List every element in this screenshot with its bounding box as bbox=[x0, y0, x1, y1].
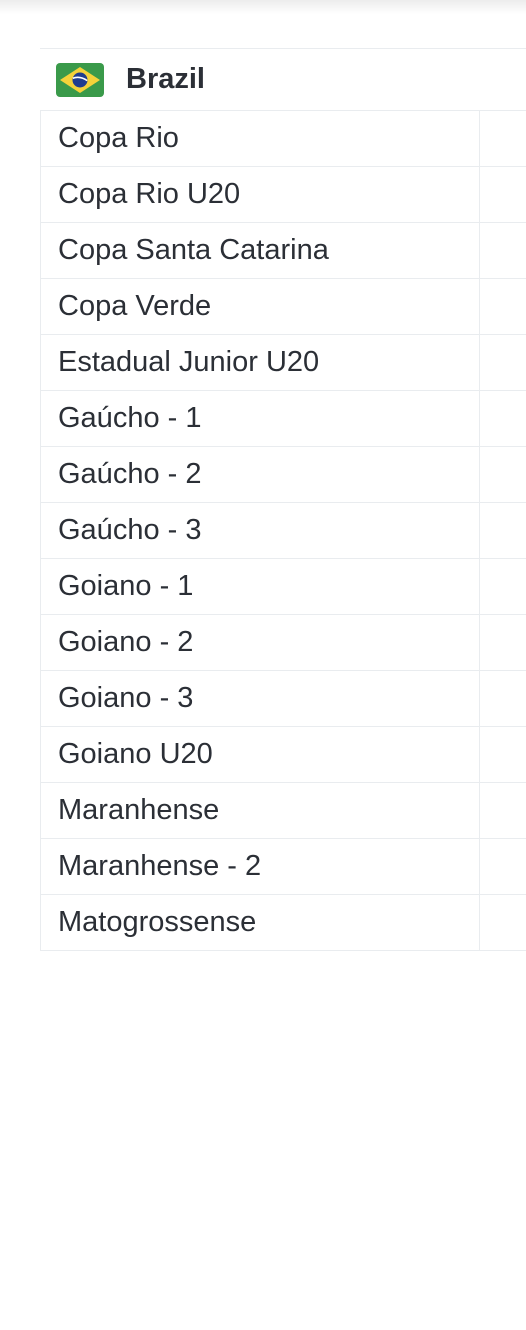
league-row[interactable]: Copa Santa Catarina bbox=[41, 223, 526, 279]
league-name: Goiano - 1 bbox=[58, 570, 194, 602]
league-name: Copa Verde bbox=[58, 290, 212, 322]
league-row[interactable]: Gaúcho - 2 bbox=[41, 447, 526, 503]
league-row[interactable]: Maranhense - 2 bbox=[41, 839, 526, 895]
league-name: Gaúcho - 3 bbox=[58, 514, 202, 546]
league-list: Copa Rio Copa Rio U20 Copa Santa Catarina C… bbox=[40, 111, 526, 951]
league-row[interactable]: Maranhense bbox=[41, 783, 526, 839]
league-name: Copa Rio U20 bbox=[58, 178, 241, 210]
league-row[interactable]: Goiano U20 bbox=[41, 727, 526, 783]
country-header[interactable]: Brazil bbox=[40, 48, 526, 111]
league-row[interactable]: Copa Verde bbox=[41, 279, 526, 335]
league-name: Copa Rio bbox=[58, 122, 179, 154]
league-row[interactable]: Gaúcho - 3 bbox=[41, 503, 526, 559]
league-row[interactable]: Goiano - 1 bbox=[41, 559, 526, 615]
league-row[interactable]: Gaúcho - 1 bbox=[41, 391, 526, 447]
league-row[interactable]: Copa Rio U20 bbox=[41, 167, 526, 223]
country-name: Brazil bbox=[126, 63, 205, 95]
league-name: Gaúcho - 2 bbox=[58, 458, 202, 490]
league-name: Goiano - 3 bbox=[58, 682, 194, 714]
league-name: Goiano - 2 bbox=[58, 626, 194, 658]
league-name: Matogrossense bbox=[58, 906, 257, 938]
league-row[interactable]: Copa Rio bbox=[41, 111, 526, 167]
league-row[interactable]: Goiano - 2 bbox=[41, 615, 526, 671]
brazil-flag-icon bbox=[56, 62, 104, 97]
league-row[interactable]: Matogrossense bbox=[41, 895, 526, 951]
league-name: Goiano U20 bbox=[58, 738, 213, 770]
country-section: Brazil Copa Rio Copa Rio U20 Copa Santa Ca… bbox=[40, 48, 526, 951]
league-row[interactable]: Estadual Junior U20 bbox=[41, 335, 526, 391]
league-name: Maranhense - 2 bbox=[58, 850, 262, 882]
league-name: Copa Santa Catarina bbox=[58, 234, 329, 266]
league-name: Estadual Junior U20 bbox=[58, 346, 320, 378]
league-name: Gaúcho - 1 bbox=[58, 402, 202, 434]
top-shadow bbox=[0, 0, 526, 14]
league-row[interactable]: Goiano - 3 bbox=[41, 671, 526, 727]
league-name: Maranhense bbox=[58, 794, 220, 826]
